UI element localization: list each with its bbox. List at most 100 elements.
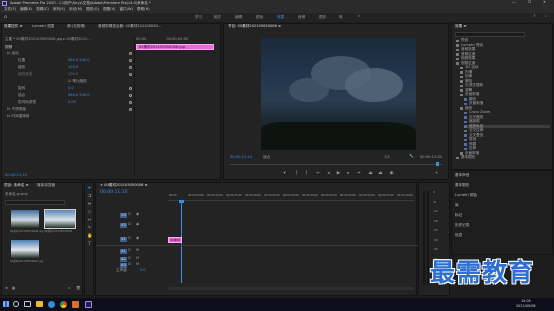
clip-thumbnail[interactable] — [11, 210, 39, 228]
track-eye-icon[interactable]: ◉ — [136, 236, 139, 241]
keyframe-toggle-icon[interactable] — [129, 87, 132, 90]
playhead-handle[interactable] — [179, 200, 184, 203]
mark-out-icon[interactable]: } — [304, 171, 309, 177]
uniform-scale-checkbox[interactable]: ☑ 等比缩放 — [68, 79, 87, 84]
menu-clip[interactable]: 剪辑(C) — [36, 8, 49, 12]
track-eye-icon[interactable]: ◉ — [136, 212, 139, 217]
effect-row-motion[interactable]: fx 运动 — [7, 51, 19, 56]
workspace-color[interactable]: 颜色 — [256, 15, 263, 20]
clip-thumbnail[interactable] — [11, 240, 39, 258]
wrench-icon[interactable]: 🔧 — [409, 154, 413, 159]
antiflicker-value[interactable]: 0.00 — [68, 100, 76, 105]
project-search-input[interactable] — [5, 200, 65, 205]
home-icon[interactable]: ⌂ — [4, 15, 7, 20]
selection-tool-icon[interactable]: ➤ — [87, 186, 92, 192]
track-lock-icon[interactable]: ⊡ — [128, 236, 131, 241]
timeline-clip-v1[interactable]: 00素材 — [168, 237, 182, 243]
anchor-value[interactable]: 960.0 540.0 — [68, 93, 90, 98]
scale-value[interactable]: 100.0 — [68, 65, 78, 70]
app-icon[interactable] — [72, 301, 79, 308]
go-to-in-icon[interactable]: ⇤ — [316, 171, 321, 177]
tab-lumetri-scopes[interactable]: Lumetri 范围 — [32, 24, 54, 29]
effect-row-opacity[interactable]: fx 不透明度 — [7, 107, 26, 112]
track-eye-icon[interactable]: ◉ — [136, 222, 139, 227]
effect-controls-timecode[interactable]: 00:00:11:10 — [5, 173, 27, 178]
add-marker-icon[interactable]: ▾ — [282, 171, 287, 177]
more-workspaces-icon[interactable]: » — [358, 14, 360, 19]
workspace-assembly[interactable]: 组件 — [214, 15, 221, 20]
playhead-scrubber[interactable] — [230, 164, 442, 165]
track-mute-icon[interactable]: M — [136, 262, 139, 267]
section-libraries[interactable]: 库 — [455, 203, 459, 208]
effect-row-time-remap[interactable]: fx 时间重映射 — [7, 114, 30, 119]
hand-tool-icon[interactable]: ✋ — [87, 234, 93, 240]
scale-width-value[interactable]: 100.0 — [68, 72, 78, 77]
track-lock-icon[interactable]: ⊡ — [128, 256, 131, 261]
menu-edit[interactable]: 编辑(E) — [20, 8, 32, 12]
ripple-edit-tool-icon[interactable]: ⇹ — [87, 202, 92, 208]
go-to-out-icon[interactable]: ⇥ — [356, 171, 361, 177]
edge-icon[interactable] — [48, 301, 55, 308]
section-markers[interactable]: 标记 — [455, 213, 462, 218]
keyframe-toggle-icon[interactable] — [129, 94, 132, 97]
menu-marker[interactable]: 标记(M) — [69, 8, 82, 12]
trash-icon[interactable]: 🗑 — [76, 286, 81, 291]
section-essential-sound[interactable]: 基本声音 — [455, 173, 469, 178]
track-lock-icon[interactable]: ⊡ — [128, 222, 131, 227]
resolution-dropdown[interactable]: 1/2 — [384, 155, 390, 160]
clip-bar[interactable]: 00素材202105050006.jpg — [136, 44, 214, 50]
tab-source[interactable]: 源:(无剪辑) — [67, 24, 85, 29]
step-forward-icon[interactable]: ▸ — [346, 171, 351, 177]
lift-icon[interactable]: ⏏ — [368, 171, 373, 177]
mark-in-icon[interactable]: { — [294, 171, 299, 177]
keyframe-toggle-icon[interactable] — [129, 66, 132, 69]
workspace-learn[interactable]: 学习 — [195, 15, 202, 20]
track-lock-icon[interactable]: ⊡ — [128, 262, 131, 267]
close-button[interactable]: ✕ — [543, 0, 546, 5]
icon-view-icon[interactable]: ▦ — [12, 286, 15, 291]
add-button-icon[interactable]: + — [434, 171, 439, 177]
workspace-graphics[interactable]: 图形 — [319, 15, 326, 20]
workspace-libraries[interactable]: 库 — [339, 15, 343, 20]
keyframe-toggle-icon[interactable] — [129, 73, 132, 76]
slip-tool-icon[interactable]: ↔ — [87, 218, 92, 224]
workspace-effects[interactable]: 效果 — [277, 15, 284, 20]
section-essential-graphics[interactable]: 基本图形 — [455, 183, 469, 188]
chrome-icon[interactable] — [60, 301, 67, 308]
workspace-editing[interactable]: 编辑 — [235, 15, 242, 20]
track-target-v2[interactable]: V2 — [120, 223, 127, 228]
effects-tree-item[interactable]: 基本图形 — [456, 155, 475, 160]
tab-effect-controls[interactable]: 效果控件 ≡ — [4, 24, 23, 29]
menu-window[interactable]: 窗口(W) — [119, 8, 133, 12]
workspace-audio[interactable]: 音频 — [298, 15, 305, 20]
pen-tool-icon[interactable]: ✎ — [87, 226, 92, 232]
extract-icon[interactable]: ⏏ — [378, 171, 383, 177]
track-lock-icon[interactable]: ⊡ — [128, 248, 131, 253]
track-target-a1[interactable]: A1 — [120, 249, 127, 254]
menu-file[interactable]: 文件(F) — [4, 8, 16, 12]
position-value[interactable]: 960.0 540.0 — [68, 58, 90, 63]
master-track-value[interactable]: 0.0 — [140, 268, 146, 273]
step-back-icon[interactable]: ◂ — [326, 171, 331, 177]
keyframe-toggle-icon[interactable] — [129, 59, 132, 62]
tab-project[interactable]: 项目: 未命名 ≡ — [4, 183, 28, 188]
track-mute-icon[interactable]: M — [136, 248, 139, 253]
tab-effects[interactable]: 效果 ≡ — [455, 24, 466, 29]
menu-help[interactable]: 帮助(H) — [137, 8, 150, 12]
new-item-icon[interactable]: ▫ — [68, 286, 70, 291]
razor-tool-icon[interactable]: ◇ — [87, 210, 92, 216]
search-icon[interactable]: ⌕ — [545, 14, 547, 19]
track-select-tool-icon[interactable]: ⇉ — [87, 194, 92, 200]
horizontal-zoom-scroll[interactable] — [168, 287, 414, 290]
maximize-button[interactable]: ☐ — [528, 0, 531, 5]
program-timecode[interactable]: 00:00:11:10 — [230, 155, 252, 160]
keyframe-toggle-icon[interactable] — [129, 108, 132, 111]
fit-dropdown[interactable]: 适合 — [263, 155, 270, 160]
menu-graphics[interactable]: 图形(G) — [86, 8, 99, 12]
timeline-timecode[interactable]: 00:00:11:10 — [100, 190, 127, 196]
minimize-button[interactable]: — — [512, 0, 516, 5]
tab-media-browser[interactable]: 媒体浏览器 — [37, 183, 55, 188]
list-view-icon[interactable]: ≡ — [5, 286, 8, 291]
export-frame-icon[interactable]: ◉ — [389, 171, 394, 177]
clip-source-row[interactable]: 主要 * 00素材202105050006.jpg ▸ 00素材2021... — [5, 37, 91, 42]
